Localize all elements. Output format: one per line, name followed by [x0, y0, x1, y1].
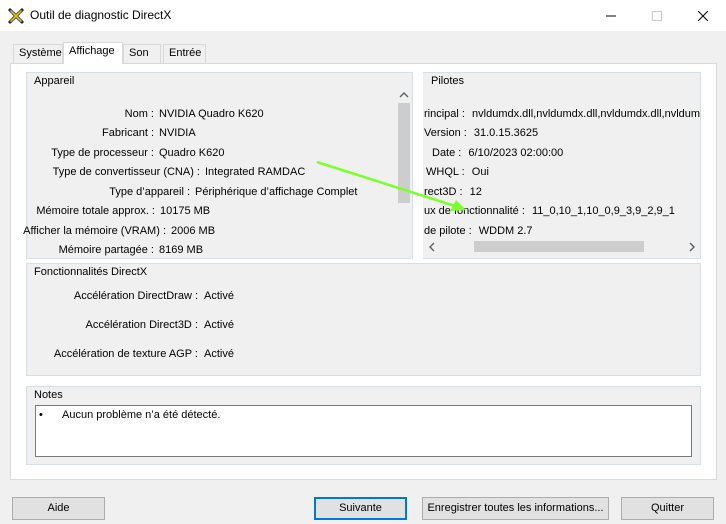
- row-label: Date :: [432, 147, 462, 159]
- save-all-button[interactable]: Enregistrer toutes les informations...: [422, 497, 609, 520]
- row-value: 8169 MB: [159, 244, 204, 256]
- help-button[interactable]: Aide: [12, 497, 105, 520]
- row-value: NVIDIA Quadro K620: [159, 108, 264, 120]
- directx-x-icon: [8, 8, 24, 24]
- row-label: WHQL :: [426, 166, 465, 178]
- row-label: Type d’appareil :: [109, 186, 190, 198]
- row-label: Accélération Direct3D :: [85, 319, 199, 331]
- row-value: Quadro K620: [159, 147, 225, 159]
- row-label: Fabricant :: [102, 127, 154, 139]
- row-label: Afficher la mémoire (VRAM) :: [23, 225, 166, 237]
- device-scrollbar-thumb[interactable]: [398, 103, 410, 203]
- row-value: 2006 MB: [171, 225, 216, 237]
- notes-item-text: Aucun problème n’a été détecté.: [62, 409, 221, 421]
- row-value: Activé: [204, 290, 234, 302]
- tab-son[interactable]: Son: [123, 44, 161, 63]
- row-value: Oui: [471, 166, 489, 178]
- tab-entree[interactable]: Entrée: [163, 44, 206, 63]
- row-value: 31.0.15.3625: [473, 127, 539, 139]
- tab-systeme[interactable]: Système: [13, 44, 63, 63]
- drivers-row-direct3d: rect3D : 12: [424, 186, 482, 198]
- bullet-icon: •: [39, 409, 43, 421]
- scroll-left-icon[interactable]: [428, 242, 436, 252]
- row-label: Accélération DirectDraw :: [73, 290, 198, 302]
- row-value: WDDM 2.7: [478, 225, 533, 237]
- row-label: de pilote :: [424, 225, 472, 237]
- drivers-row-whql: WHQL : Oui: [426, 166, 489, 178]
- row-label: Nom :: [124, 108, 154, 120]
- tab-label: Système: [19, 47, 62, 59]
- row-label: Mémoire partagée :: [58, 244, 154, 256]
- drivers-row-main: rincipal : nvldumdx.dll,nvldumdx.dll,nvl…: [424, 108, 700, 120]
- row-value: 12: [469, 186, 482, 198]
- device-group-title: Appareil: [34, 75, 75, 87]
- row-value: Integrated RAMDAC: [205, 166, 306, 178]
- window-title: Outil de diagnostic DirectX: [30, 8, 172, 22]
- row-value: Activé: [204, 319, 234, 331]
- row-label: rincipal :: [424, 108, 465, 120]
- scroll-right-icon[interactable]: [688, 242, 696, 252]
- drivers-row-feature-levels: ux de fonctionnalité : 11_0,10_1,10_0,9_…: [424, 205, 675, 217]
- quit-button[interactable]: Quitter: [621, 497, 714, 520]
- row-label: rect3D :: [424, 186, 463, 198]
- drivers-row-driver-model: de pilote : WDDM 2.7: [424, 225, 533, 237]
- drivers-scrollbar-thumb[interactable]: [474, 241, 644, 252]
- drivers-row-date: Date : 6/10/2023 02:00:00: [432, 147, 563, 159]
- tab-label: Son: [129, 47, 149, 59]
- tab-label: Entrée: [169, 47, 202, 59]
- drivers-rows: rincipal : nvldumdx.dll,nvldumdx.dll,nvl…: [424, 0, 700, 260]
- row-value: 11_0,10_1,10_0,9_3,9_2,9_1: [531, 205, 675, 217]
- notes-group-title: Notes: [34, 389, 63, 401]
- tab-label: Affichage: [69, 45, 115, 57]
- row-label: Accélération de texture AGP :: [53, 348, 198, 360]
- next-button[interactable]: Suivante: [314, 497, 407, 520]
- notes-textbox[interactable]: • Aucun problème n’a été détecté.: [35, 405, 692, 457]
- row-value: Périphérique d’affichage Complet: [195, 186, 358, 198]
- row-label: Mémoire totale approx. :: [36, 205, 155, 217]
- features-group-title: Fonctionnalités DirectX: [34, 266, 148, 278]
- row-label: Version :: [424, 127, 467, 139]
- tab-affichage[interactable]: Affichage: [63, 42, 123, 64]
- row-label: ux de fonctionnalité :: [424, 205, 525, 217]
- row-label: Type de convertisseur (CNA) :: [52, 166, 200, 178]
- row-value: 10175 MB: [160, 205, 211, 217]
- row-value: 6/10/2023 02:00:00: [468, 147, 564, 159]
- drivers-row-version: Version : 31.0.15.3625: [424, 127, 538, 139]
- row-value: NVIDIA: [159, 127, 196, 139]
- notes-item: • Aucun problème n’a été détecté.: [39, 409, 220, 421]
- row-label: Type de processeur :: [51, 147, 154, 159]
- scroll-up-icon[interactable]: [399, 91, 409, 99]
- row-value: nvldumdx.dll,nvldumdx.dll,nvldumdx.dll,n…: [472, 108, 700, 120]
- row-value: Activé: [204, 348, 234, 360]
